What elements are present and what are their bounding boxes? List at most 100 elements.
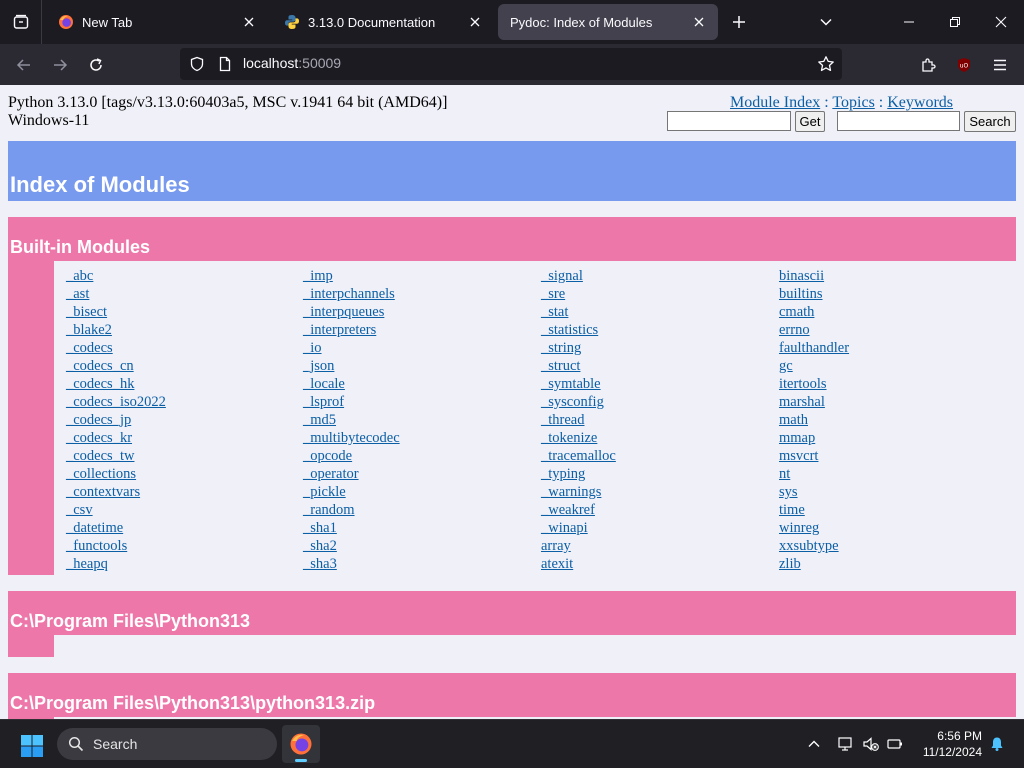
module-link[interactable]: _blake2 [66,322,112,338]
module-link[interactable]: _sysconfig [541,394,604,410]
module-link[interactable]: itertools [779,376,827,392]
module-link[interactable]: _interpchannels [303,286,395,302]
address-bar[interactable]: localhost:50009 [180,48,842,80]
module-link[interactable]: _typing [541,466,585,482]
close-tab-icon[interactable] [466,13,484,31]
module-link[interactable]: _codecs_jp [66,412,131,428]
system-clock[interactable]: 6:56 PM 11/12/2024 [908,728,982,760]
module-link[interactable]: _functools [66,538,127,554]
module-link[interactable]: errno [779,322,810,338]
keywords-link[interactable]: Keywords [887,94,953,111]
module-link[interactable]: nt [779,466,790,482]
module-link[interactable]: binascii [779,268,824,284]
tab-new-tab[interactable]: New Tab [46,4,268,40]
tab-pydoc-index[interactable]: Pydoc: Index of Modules [498,4,718,40]
reload-button[interactable] [83,52,109,78]
module-link[interactable]: _md5 [303,412,336,428]
close-tab-icon[interactable] [690,13,708,31]
module-link[interactable]: _datetime [66,520,123,536]
module-link[interactable]: _contextvars [66,484,140,500]
module-link[interactable]: _sre [541,286,565,302]
module-link[interactable]: _operator [303,466,359,482]
battery-button[interactable] [885,734,905,754]
module-link[interactable]: _thread [541,412,584,428]
new-tab-button[interactable] [727,10,751,34]
page-info-icon[interactable] [216,55,234,73]
back-button[interactable] [11,52,37,78]
forward-button[interactable] [47,52,73,78]
notifications-button[interactable] [987,734,1007,754]
module-link[interactable]: _interpreters [303,322,376,338]
module-link[interactable]: _random [303,502,355,518]
topics-link[interactable]: Topics [832,94,874,111]
module-link[interactable]: xxsubtype [779,538,839,554]
module-link[interactable]: _json [303,358,334,374]
module-link[interactable]: _pickle [303,484,346,500]
module-link[interactable]: _stat [541,304,568,320]
module-link[interactable]: builtins [779,286,823,302]
module-link[interactable]: _bisect [66,304,107,320]
module-link[interactable]: _codecs_kr [66,430,132,446]
module-link[interactable]: _tokenize [541,430,597,446]
module-link[interactable]: atexit [541,556,573,572]
minimize-button[interactable] [886,0,932,44]
volume-button[interactable] [861,734,881,754]
module-link[interactable]: _multibytecodec [303,430,400,446]
extensions-button[interactable] [915,52,941,78]
show-hidden-icons-button[interactable] [804,734,824,754]
module-link[interactable]: _heapq [66,556,108,572]
module-link[interactable]: _codecs_iso2022 [66,394,166,410]
module-link[interactable]: zlib [779,556,801,572]
close-tab-icon[interactable] [240,13,258,31]
module-link[interactable]: _opcode [303,448,352,464]
module-link[interactable]: marshal [779,394,825,410]
module-link[interactable]: _sha3 [303,556,337,572]
firefox-view-button[interactable] [0,0,42,44]
search-button[interactable]: Search [964,111,1016,132]
module-link[interactable]: _signal [541,268,583,284]
module-link[interactable]: _sha2 [303,538,337,554]
module-link[interactable]: _codecs_tw [66,448,134,464]
module-link[interactable]: _codecs [66,340,113,356]
module-link[interactable]: _codecs_cn [66,358,134,374]
list-all-tabs-button[interactable] [814,10,838,34]
network-status-button[interactable] [836,734,856,754]
module-link[interactable]: _codecs_hk [66,376,134,392]
module-link[interactable]: _lsprof [303,394,344,410]
module-link[interactable]: _symtable [541,376,601,392]
module-link[interactable]: _abc [66,268,93,284]
module-link[interactable]: _winapi [541,520,588,536]
module-link[interactable]: _warnings [541,484,601,500]
taskbar-search[interactable]: Search [57,728,277,760]
module-link[interactable]: _imp [303,268,333,284]
module-link[interactable]: msvcrt [779,448,818,464]
module-link[interactable]: _struct [541,358,580,374]
tracking-protection-icon[interactable] [188,55,206,73]
module-index-link[interactable]: Module Index [730,94,820,111]
module-link[interactable]: array [541,538,571,554]
module-link[interactable]: _statistics [541,322,598,338]
module-link[interactable]: winreg [779,520,819,536]
module-link[interactable]: time [779,502,805,518]
search-input[interactable] [837,111,960,131]
get-button[interactable]: Get [795,111,825,132]
module-link[interactable]: cmath [779,304,814,320]
module-link[interactable]: _interpqueues [303,304,384,320]
ublock-origin-button[interactable]: uO [951,52,977,78]
bookmark-star-icon[interactable] [816,54,836,74]
module-link[interactable]: math [779,412,808,428]
app-menu-button[interactable] [987,52,1013,78]
module-link[interactable]: faulthandler [779,340,849,356]
get-module-input[interactable] [667,111,791,131]
module-link[interactable]: _io [303,340,322,356]
module-link[interactable]: _locale [303,376,345,392]
taskbar-firefox[interactable] [282,725,320,763]
module-link[interactable]: _tracemalloc [541,448,616,464]
close-window-button[interactable] [978,0,1024,44]
restore-button[interactable] [932,0,978,44]
module-link[interactable]: _csv [66,502,93,518]
tab-python-docs[interactable]: 3.13.0 Documentation [272,4,494,40]
module-link[interactable]: _weakref [541,502,595,518]
module-link[interactable]: _collections [66,466,136,482]
module-link[interactable]: _string [541,340,581,356]
